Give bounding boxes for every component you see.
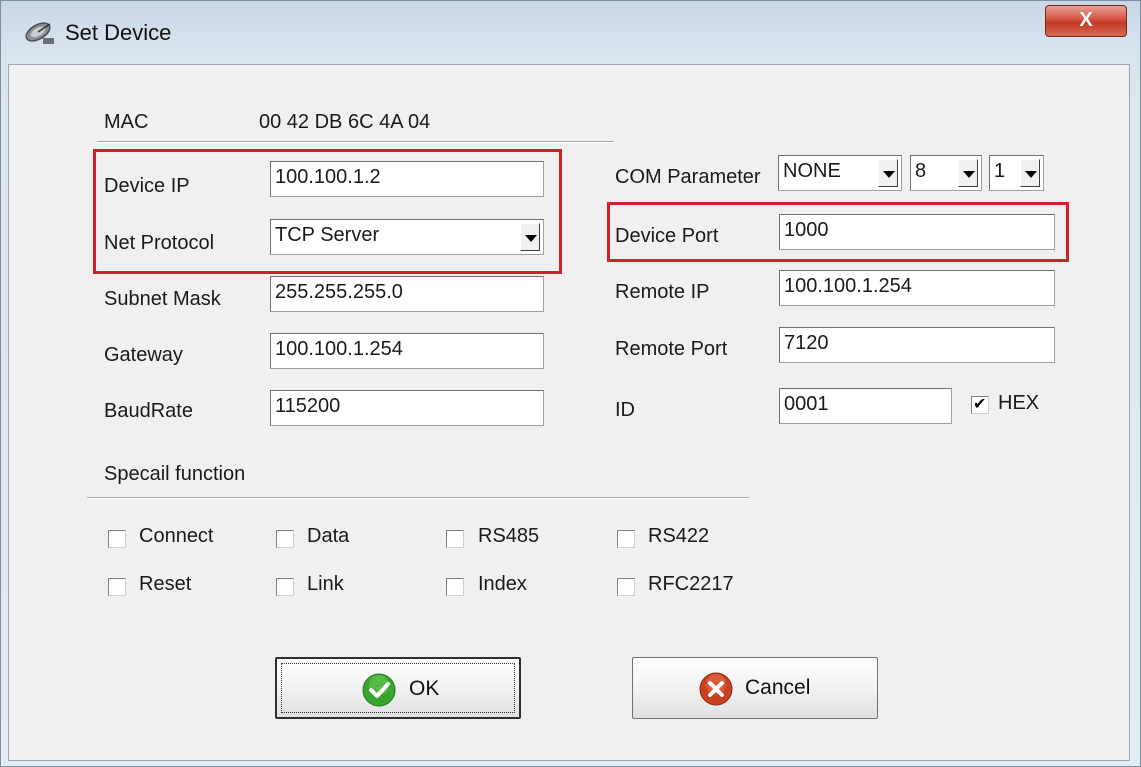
chevron-down-icon[interactable]	[958, 159, 978, 187]
chevron-down-icon[interactable]	[1020, 159, 1040, 187]
focus-rectangle	[281, 663, 515, 713]
subnet-mask-input[interactable]: 255.255.255.0	[270, 276, 544, 312]
baudrate-input[interactable]: 115200	[270, 390, 544, 426]
remote-port-label: Remote Port	[615, 338, 728, 360]
set-device-window: Set Device X MAC 00 42 DB 6C 4A 04 Devic…	[0, 0, 1141, 767]
data-checkbox[interactable]	[276, 530, 294, 548]
stop-bits-value: 1	[994, 160, 1006, 182]
close-icon: X	[1079, 9, 1093, 31]
cancel-button[interactable]: Cancel	[632, 657, 878, 719]
id-input[interactable]: 0001	[779, 388, 952, 424]
remote-ip-input[interactable]: 100.100.1.254	[779, 270, 1055, 306]
gateway-input[interactable]: 100.100.1.254	[270, 333, 544, 369]
close-button[interactable]: X	[1045, 5, 1127, 37]
check-circle-icon	[362, 673, 396, 707]
data-bits-select[interactable]: 8	[910, 155, 982, 191]
stop-bits-select[interactable]: 1	[989, 155, 1044, 191]
rs422-checkbox[interactable]	[617, 530, 635, 548]
rfc2217-label: RFC2217	[648, 573, 734, 595]
dialog-body: MAC 00 42 DB 6C 4A 04 Device IP 100.100.…	[8, 64, 1130, 761]
data-bits-value: 8	[915, 160, 927, 182]
ok-button[interactable]: OK	[275, 657, 521, 719]
reset-checkbox[interactable]	[108, 578, 126, 596]
x-circle-icon	[699, 672, 733, 706]
com-parameter-label: COM Parameter	[615, 166, 761, 188]
baudrate-label: BaudRate	[104, 400, 193, 422]
index-checkbox[interactable]	[446, 578, 464, 596]
satellite-dish-icon	[25, 22, 54, 44]
title-bar[interactable]: Set Device X	[1, 1, 1140, 63]
rfc2217-checkbox[interactable]	[617, 578, 635, 596]
window-title: Set Device	[65, 20, 172, 45]
mac-separator	[97, 141, 614, 143]
rs485-checkbox[interactable]	[446, 530, 464, 548]
highlight-box-device-port	[607, 202, 1069, 262]
chevron-down-icon[interactable]	[878, 159, 898, 187]
link-label: Link	[307, 573, 344, 595]
subnet-mask-label: Subnet Mask	[104, 288, 221, 310]
hex-checkbox[interactable]	[971, 394, 989, 414]
link-checkbox[interactable]	[276, 578, 294, 596]
parity-select[interactable]: NONE	[778, 155, 902, 191]
highlight-box-ip-protocol	[93, 149, 562, 274]
special-function-heading: Specail function	[104, 463, 246, 485]
connect-checkbox[interactable]	[108, 530, 126, 548]
parity-value: NONE	[783, 160, 841, 182]
rs485-label: RS485	[478, 525, 540, 547]
cancel-label: Cancel	[745, 676, 811, 699]
connect-label: Connect	[139, 525, 214, 547]
mac-label: MAC	[104, 111, 149, 133]
index-label: Index	[478, 573, 527, 595]
rs422-label: RS422	[648, 525, 710, 547]
data-label: Data	[307, 525, 350, 547]
reset-label: Reset	[139, 573, 192, 595]
gateway-label: Gateway	[104, 344, 183, 366]
ok-label: OK	[409, 677, 440, 700]
hex-label: HEX	[998, 392, 1040, 414]
special-separator	[87, 497, 749, 499]
id-label: ID	[615, 399, 635, 421]
remote-ip-label: Remote IP	[615, 281, 710, 303]
mac-value: 00 42 DB 6C 4A 04	[259, 111, 431, 133]
remote-port-input[interactable]: 7120	[779, 327, 1055, 363]
